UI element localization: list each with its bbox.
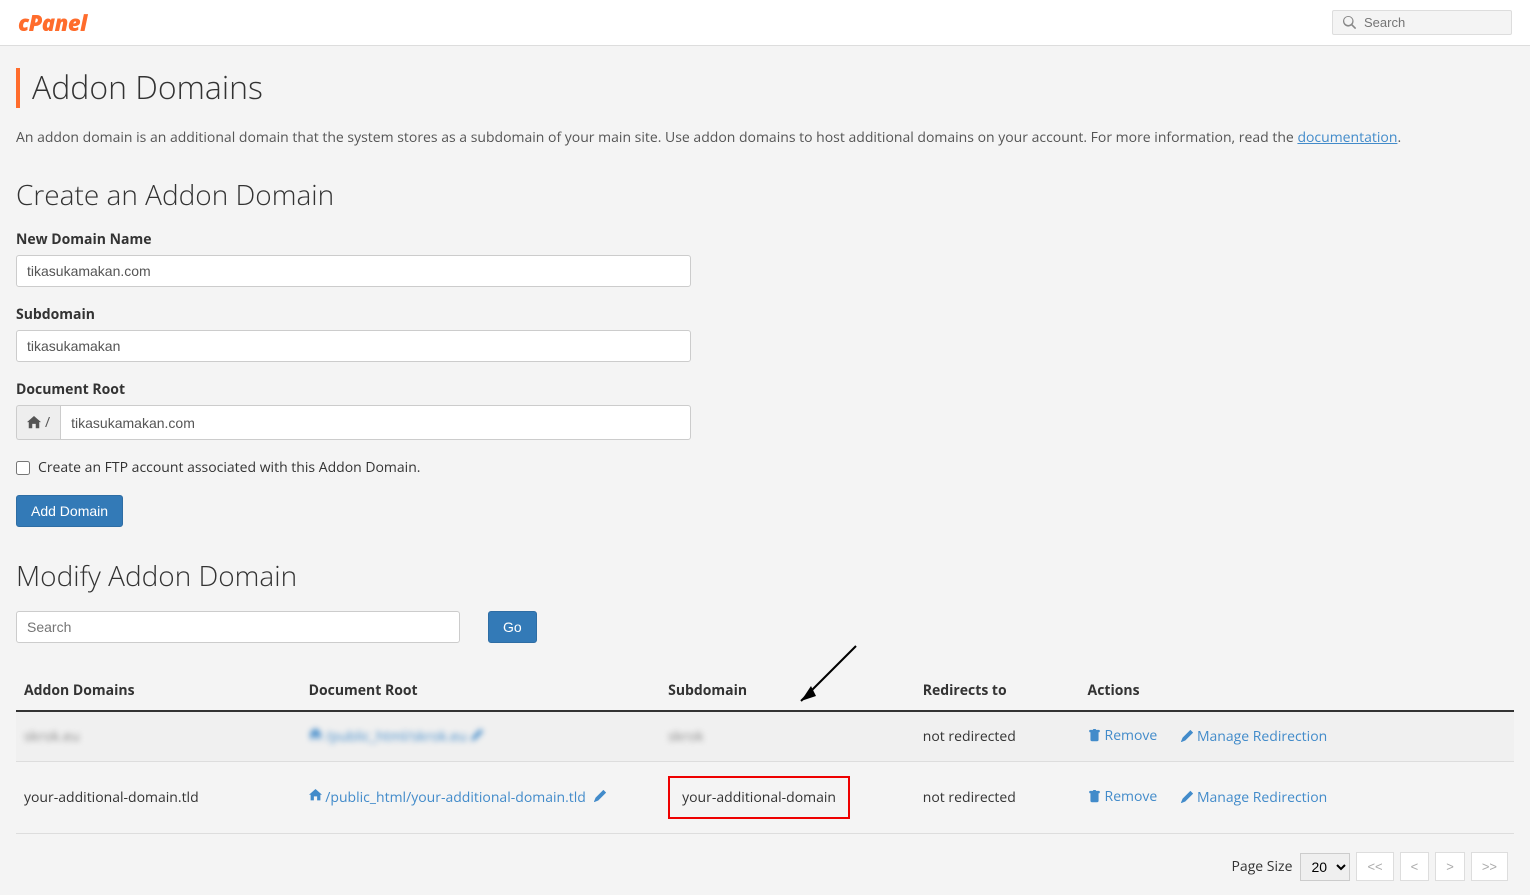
- trash-icon: [1088, 729, 1101, 742]
- global-search[interactable]: [1332, 10, 1512, 35]
- modify-section-title: Modify Addon Domain: [16, 557, 1514, 595]
- page-next-button[interactable]: >: [1435, 852, 1465, 881]
- trash-icon: [1088, 790, 1101, 803]
- documentation-link[interactable]: documentation: [1297, 128, 1397, 147]
- pencil-icon: [471, 729, 483, 741]
- docroot-input[interactable]: [60, 405, 691, 440]
- page-title: Addon Domains: [32, 66, 263, 109]
- page-size-label: Page Size: [1232, 857, 1293, 876]
- logo: cPanel: [18, 8, 87, 38]
- redirects-cell: not redirected: [923, 788, 1016, 807]
- manage-redirection-link[interactable]: Manage Redirection: [1181, 727, 1327, 746]
- addon-domains-table: Addon Domains Document Root Subdomain Re…: [16, 671, 1514, 834]
- page-last-button[interactable]: >>: [1471, 852, 1508, 881]
- subdomain-cell: skrok: [668, 727, 704, 746]
- create-section-title: Create an Addon Domain: [16, 176, 1514, 214]
- create-ftp-label[interactable]: Create an FTP account associated with th…: [38, 458, 420, 477]
- redirects-cell: not redirected: [923, 727, 1016, 746]
- header: cPanel: [0, 0, 1530, 46]
- col-document-root: Document Root: [301, 671, 661, 711]
- page-size-select[interactable]: 20: [1300, 853, 1350, 881]
- domain-cell: skrok.eu: [24, 727, 80, 746]
- subdomain-input[interactable]: [16, 330, 691, 362]
- pencil-icon[interactable]: [594, 790, 606, 802]
- go-button[interactable]: Go: [488, 611, 537, 643]
- pencil-icon: [1181, 791, 1193, 803]
- home-icon: [309, 789, 322, 802]
- new-domain-label: New Domain Name: [16, 230, 1514, 249]
- description-text-pre: An addon domain is an additional domain …: [16, 128, 1297, 147]
- domain-cell: your-additional-domain.tld: [24, 788, 199, 807]
- col-addon-domains: Addon Domains: [16, 671, 301, 711]
- subdomain-cell-highlighted: your-additional-domain: [668, 776, 850, 819]
- docroot-prefix: /: [16, 405, 60, 440]
- home-icon: [309, 728, 322, 741]
- remove-link[interactable]: Remove: [1088, 726, 1158, 745]
- subdomain-label: Subdomain: [16, 305, 1514, 324]
- table-row: your-additional-domain.tld /public_html/…: [16, 762, 1514, 834]
- table-row: skrok.eu /public_html/skrok.eu skrok not…: [16, 711, 1514, 762]
- col-subdomain: Subdomain: [660, 671, 915, 711]
- create-ftp-checkbox[interactable]: [16, 461, 30, 475]
- docroot-label: Document Root: [16, 380, 1514, 399]
- search-icon: [1343, 16, 1356, 29]
- description-text-post: .: [1397, 128, 1401, 147]
- manage-redirection-link[interactable]: Manage Redirection: [1181, 788, 1327, 807]
- pagination: Page Size 20 << < > >>: [16, 852, 1514, 881]
- remove-link[interactable]: Remove: [1088, 787, 1158, 806]
- col-redirects-to: Redirects to: [915, 671, 1080, 711]
- page-title-container: Addon Domains: [16, 66, 1514, 109]
- add-domain-button[interactable]: Add Domain: [16, 495, 123, 527]
- modify-search-input[interactable]: [16, 611, 460, 643]
- col-actions: Actions: [1080, 671, 1514, 711]
- pencil-icon: [1181, 730, 1193, 742]
- page-prev-button[interactable]: <: [1400, 852, 1430, 881]
- home-icon: [27, 416, 41, 430]
- page-description: An addon domain is an additional domain …: [16, 127, 1514, 148]
- new-domain-input[interactable]: [16, 255, 691, 287]
- global-search-input[interactable]: [1364, 15, 1501, 30]
- page-title-accent: [16, 68, 20, 108]
- page-first-button[interactable]: <<: [1356, 852, 1393, 881]
- docroot-cell[interactable]: /public_html/your-additional-domain.tld: [309, 788, 606, 807]
- docroot-cell[interactable]: /public_html/skrok.eu: [309, 727, 483, 746]
